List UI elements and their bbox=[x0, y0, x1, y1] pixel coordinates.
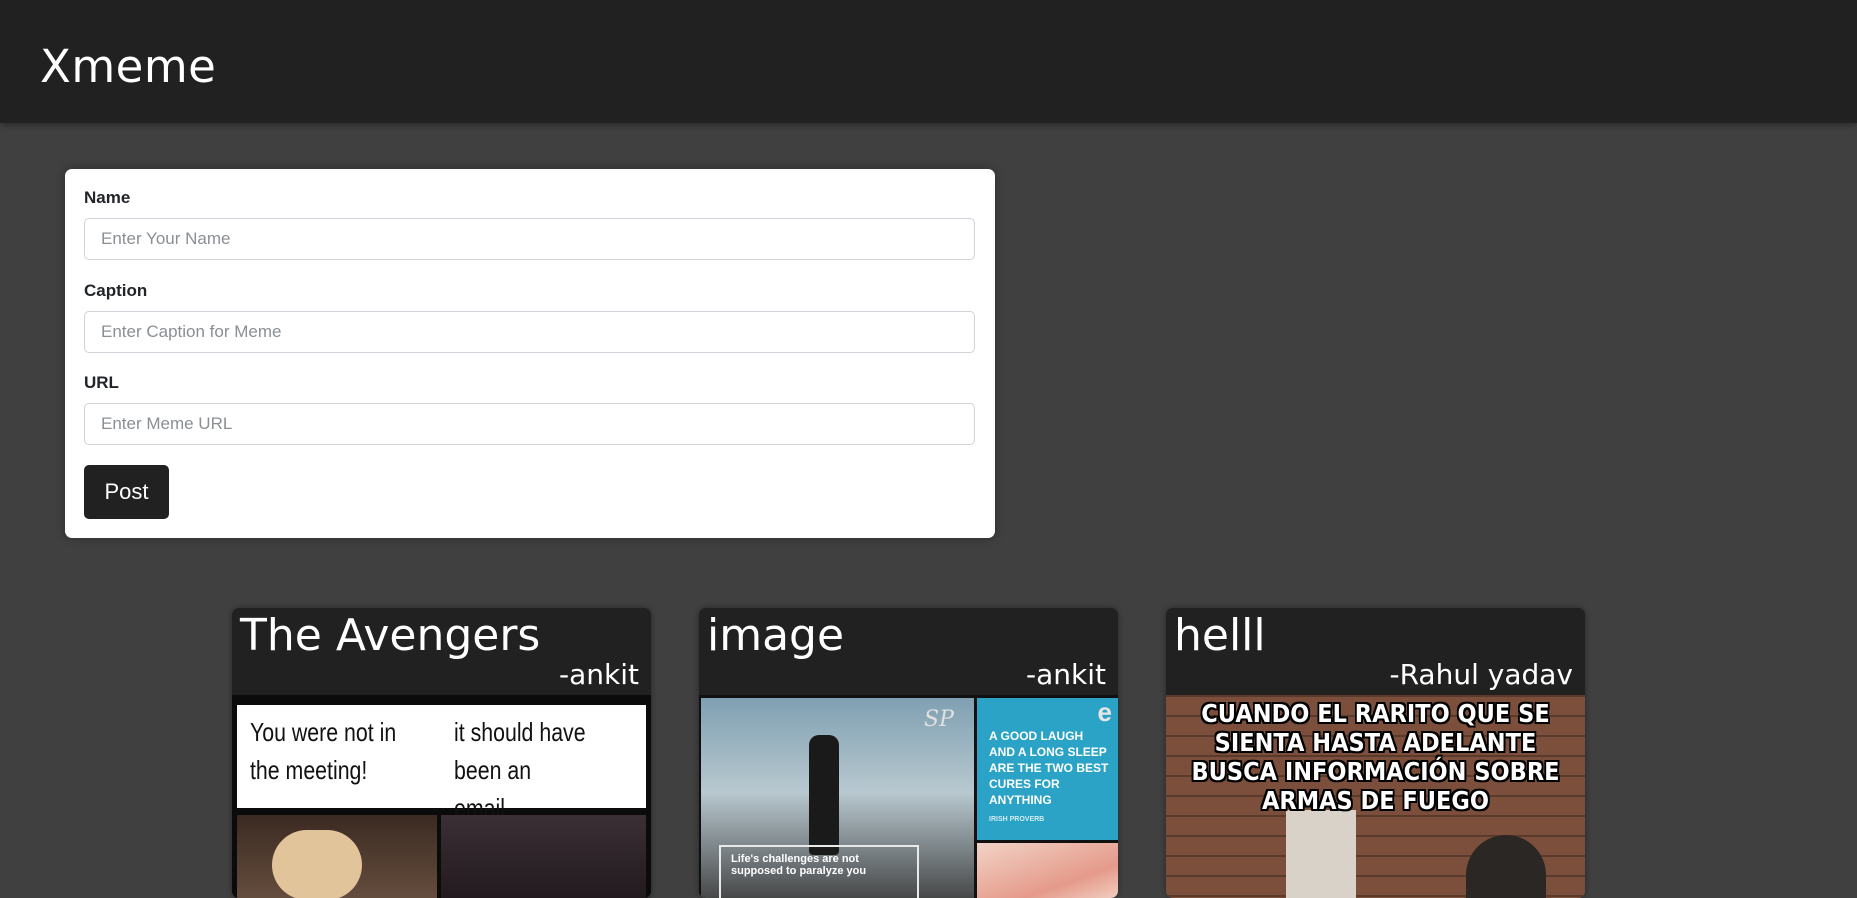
name-input[interactable] bbox=[84, 218, 975, 260]
meme-card: The Avengers -ankit You were not in the … bbox=[232, 608, 651, 898]
brand-title[interactable]: Xmeme bbox=[40, 40, 216, 93]
caption-label: Caption bbox=[84, 281, 148, 300]
meme-caption: helll bbox=[1174, 610, 1266, 661]
meme-card: image -ankit SP Life's challenges are no… bbox=[699, 608, 1118, 898]
meme-image-text: A GOOD LAUGH AND A LONG SLEEP ARE THE TW… bbox=[989, 729, 1109, 807]
post-button[interactable]: Post bbox=[84, 465, 169, 519]
url-label: URL bbox=[84, 373, 119, 392]
meme-image: CUANDO EL RARITO QUE SE SIENTA HASTA ADE… bbox=[1166, 695, 1585, 898]
navbar: Xmeme bbox=[0, 0, 1857, 123]
meme-caption: The Avengers bbox=[240, 610, 541, 661]
meme-author: -ankit bbox=[1026, 658, 1106, 691]
meme-author: -ankit bbox=[559, 658, 639, 691]
name-label: Name bbox=[84, 188, 131, 207]
meme-caption: image bbox=[707, 610, 845, 661]
meme-face bbox=[272, 830, 362, 898]
e-logo-icon: e bbox=[1097, 697, 1112, 727]
meme-door bbox=[1286, 810, 1356, 898]
meme-flower-photo bbox=[977, 843, 1118, 898]
meme-image: You were not in the meeting! it should h… bbox=[232, 695, 651, 898]
meme-image-text-right: it should have been an email. bbox=[454, 717, 586, 823]
meme-image-text: CUANDO EL RARITO QUE SE SIENTA HASTA ADE… bbox=[1191, 699, 1560, 815]
caption-input[interactable] bbox=[84, 311, 975, 353]
meme-image-quote: Life's challenges are not supposed to pa… bbox=[719, 845, 919, 898]
meme-image: SP Life's challenges are not supposed to… bbox=[699, 695, 1118, 898]
meme-photo-right bbox=[441, 815, 646, 898]
meme-author: -Rahul yadav bbox=[1389, 658, 1573, 691]
meme-figure bbox=[809, 735, 839, 855]
url-input[interactable] bbox=[84, 403, 975, 445]
signature-logo: SP bbox=[924, 707, 954, 732]
meme-image-text-left: You were not in the meeting! bbox=[250, 717, 397, 785]
meme-form: Name Caption URL Post bbox=[65, 169, 995, 538]
meme-card: helll -Rahul yadav CUANDO EL RARITO QUE … bbox=[1166, 608, 1585, 898]
meme-image-source: IRISH PROVERB bbox=[989, 816, 1045, 823]
